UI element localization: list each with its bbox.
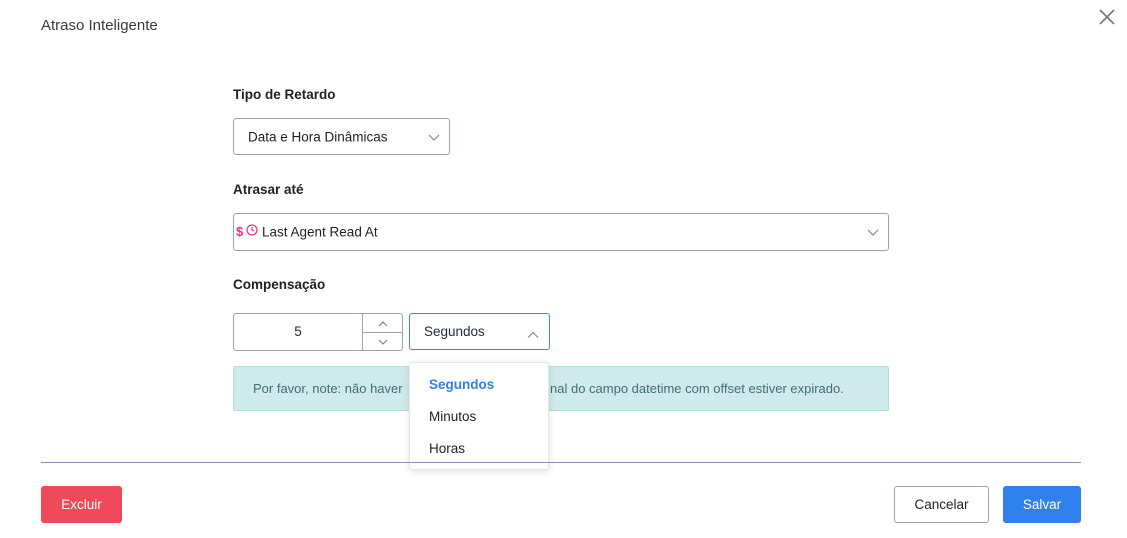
delay-type-value: Data e Hora Dinâmicas xyxy=(248,129,388,144)
save-button[interactable]: Salvar xyxy=(1003,486,1081,523)
chevron-down-icon xyxy=(867,225,879,240)
option-segundos[interactable]: Segundos xyxy=(429,377,494,392)
info-note: Por favor, note: não haver nal do campo … xyxy=(233,366,889,411)
variable-dollar-icon: $ xyxy=(236,224,244,239)
delay-type-label: Tipo de Retardo xyxy=(233,87,336,102)
chevron-down-icon xyxy=(428,129,440,144)
cancel-button[interactable]: Cancelar xyxy=(894,486,989,523)
chevron-up-icon xyxy=(378,314,388,332)
delay-until-select[interactable]: $ Last Agent Read At xyxy=(233,213,889,251)
clock-icon xyxy=(246,224,258,239)
note-text-right: nal do campo datetime com offset estiver… xyxy=(550,381,844,396)
option-horas[interactable]: Horas xyxy=(429,441,465,456)
chevron-up-icon xyxy=(527,327,539,342)
option-minutos[interactable]: Minutos xyxy=(429,409,476,424)
offset-unit-select[interactable]: Segundos xyxy=(409,313,550,350)
delay-type-select[interactable]: Data e Hora Dinâmicas xyxy=(233,118,450,155)
delay-until-value: Last Agent Read At xyxy=(262,224,378,240)
offset-label: Compensação xyxy=(233,277,326,292)
offset-unit-value: Segundos xyxy=(424,324,485,339)
delete-button[interactable]: Excluir xyxy=(41,486,122,523)
offset-amount-input[interactable]: 5 xyxy=(234,314,362,350)
delay-until-label: Atrasar até xyxy=(233,182,304,197)
close-icon[interactable] xyxy=(1097,7,1117,27)
chevron-down-icon xyxy=(378,332,388,350)
increment-button[interactable] xyxy=(363,314,403,333)
offset-unit-dropdown: Segundos Minutos Horas xyxy=(409,362,549,470)
decrement-button[interactable] xyxy=(363,332,403,350)
note-text-left: Por favor, note: não haver xyxy=(253,381,403,396)
dialog-title: Atraso Inteligente xyxy=(41,17,158,34)
footer-divider xyxy=(41,462,1081,463)
offset-amount-stepper[interactable]: 5 xyxy=(233,313,403,351)
